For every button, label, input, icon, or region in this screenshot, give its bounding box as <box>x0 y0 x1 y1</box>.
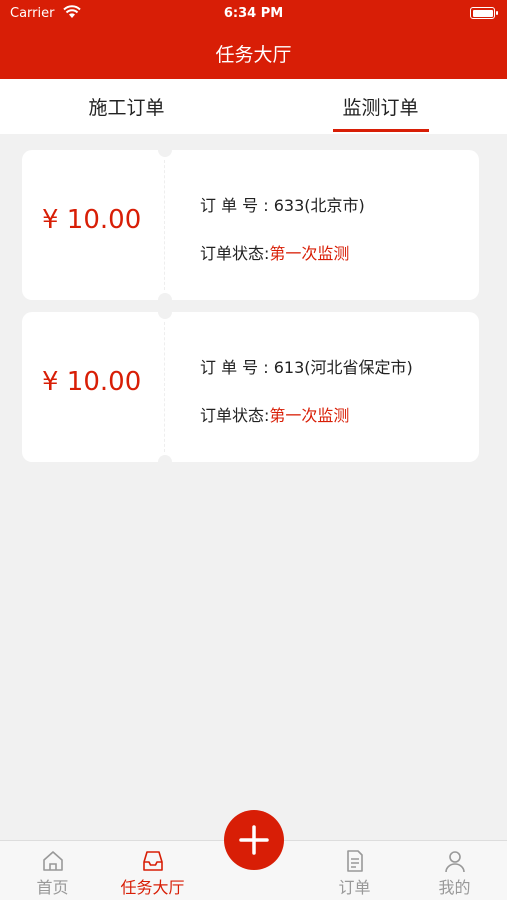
order-card[interactable]: ¥ 10.00 订 单 号 : 613(河北省保定市) 订单状态:第一次监测 <box>22 312 479 462</box>
order-card[interactable]: ¥ 10.00 订 单 号 : 633(北京市) 订单状态:第一次监测 <box>22 150 479 300</box>
tabbar-label: 我的 <box>438 878 471 897</box>
tabbar-item-task-hall[interactable]: 任务大厅 <box>102 841 203 900</box>
ticket-divider <box>164 160 165 290</box>
app-header: Carrier 6:34 PM 任务大厅 <box>0 0 507 79</box>
order-number: 613(河北省保定市) <box>273 358 413 377</box>
order-status: 第一次监测 <box>269 406 350 425</box>
status-bar: Carrier 6:34 PM <box>0 0 507 28</box>
tab-monitoring-orders[interactable]: 监测订单 <box>254 79 507 134</box>
tabbar-item-profile[interactable]: 我的 <box>404 841 505 900</box>
ticket-edge <box>475 320 479 454</box>
ticket-notch <box>158 150 172 157</box>
order-price: ¥ 10.00 <box>42 367 142 397</box>
tabbar-label: 订单 <box>338 878 371 897</box>
ticket-notch <box>158 455 172 462</box>
order-number-label: 订 单 号 : <box>200 358 274 377</box>
tabbar-label: 任务大厅 <box>120 878 185 897</box>
status-time: 6:34 PM <box>223 6 284 21</box>
plus-icon <box>239 825 269 855</box>
tabbar-label: 首页 <box>36 878 69 897</box>
order-status-label: 订单状态: <box>200 406 270 425</box>
tab-construction-orders[interactable]: 施工订单 <box>0 79 253 134</box>
order-price: ¥ 10.00 <box>42 205 142 235</box>
home-icon <box>42 851 63 871</box>
ticket-notch <box>158 312 172 319</box>
order-number-label: 订 单 号 : <box>200 196 274 215</box>
order-number-line: 订 单 号 : 613(河北省保定市) <box>200 354 413 378</box>
document-icon <box>346 850 363 872</box>
battery-icon <box>470 7 498 19</box>
order-status-line: 订单状态:第一次监测 <box>200 402 349 426</box>
ticket-notch <box>158 293 172 300</box>
order-status-label: 订单状态: <box>200 244 270 263</box>
ticket-divider <box>164 322 165 452</box>
tabbar-item-home[interactable]: 首页 <box>2 841 103 900</box>
order-status: 第一次监测 <box>269 244 350 263</box>
page-title: 任务大厅 <box>215 44 292 66</box>
order-number-line: 订 单 号 : 633(北京市) <box>200 192 365 216</box>
active-tab-indicator <box>333 129 429 132</box>
tabbar-item-orders[interactable]: 订单 <box>304 841 405 900</box>
ticket-edge <box>475 158 479 292</box>
inbox-icon <box>142 851 163 871</box>
add-button[interactable] <box>224 810 284 870</box>
user-icon <box>444 851 465 873</box>
order-tabs: 施工订单 监测订单 <box>0 79 507 134</box>
order-status-line: 订单状态:第一次监测 <box>200 240 349 264</box>
order-number: 633(北京市) <box>273 196 365 215</box>
